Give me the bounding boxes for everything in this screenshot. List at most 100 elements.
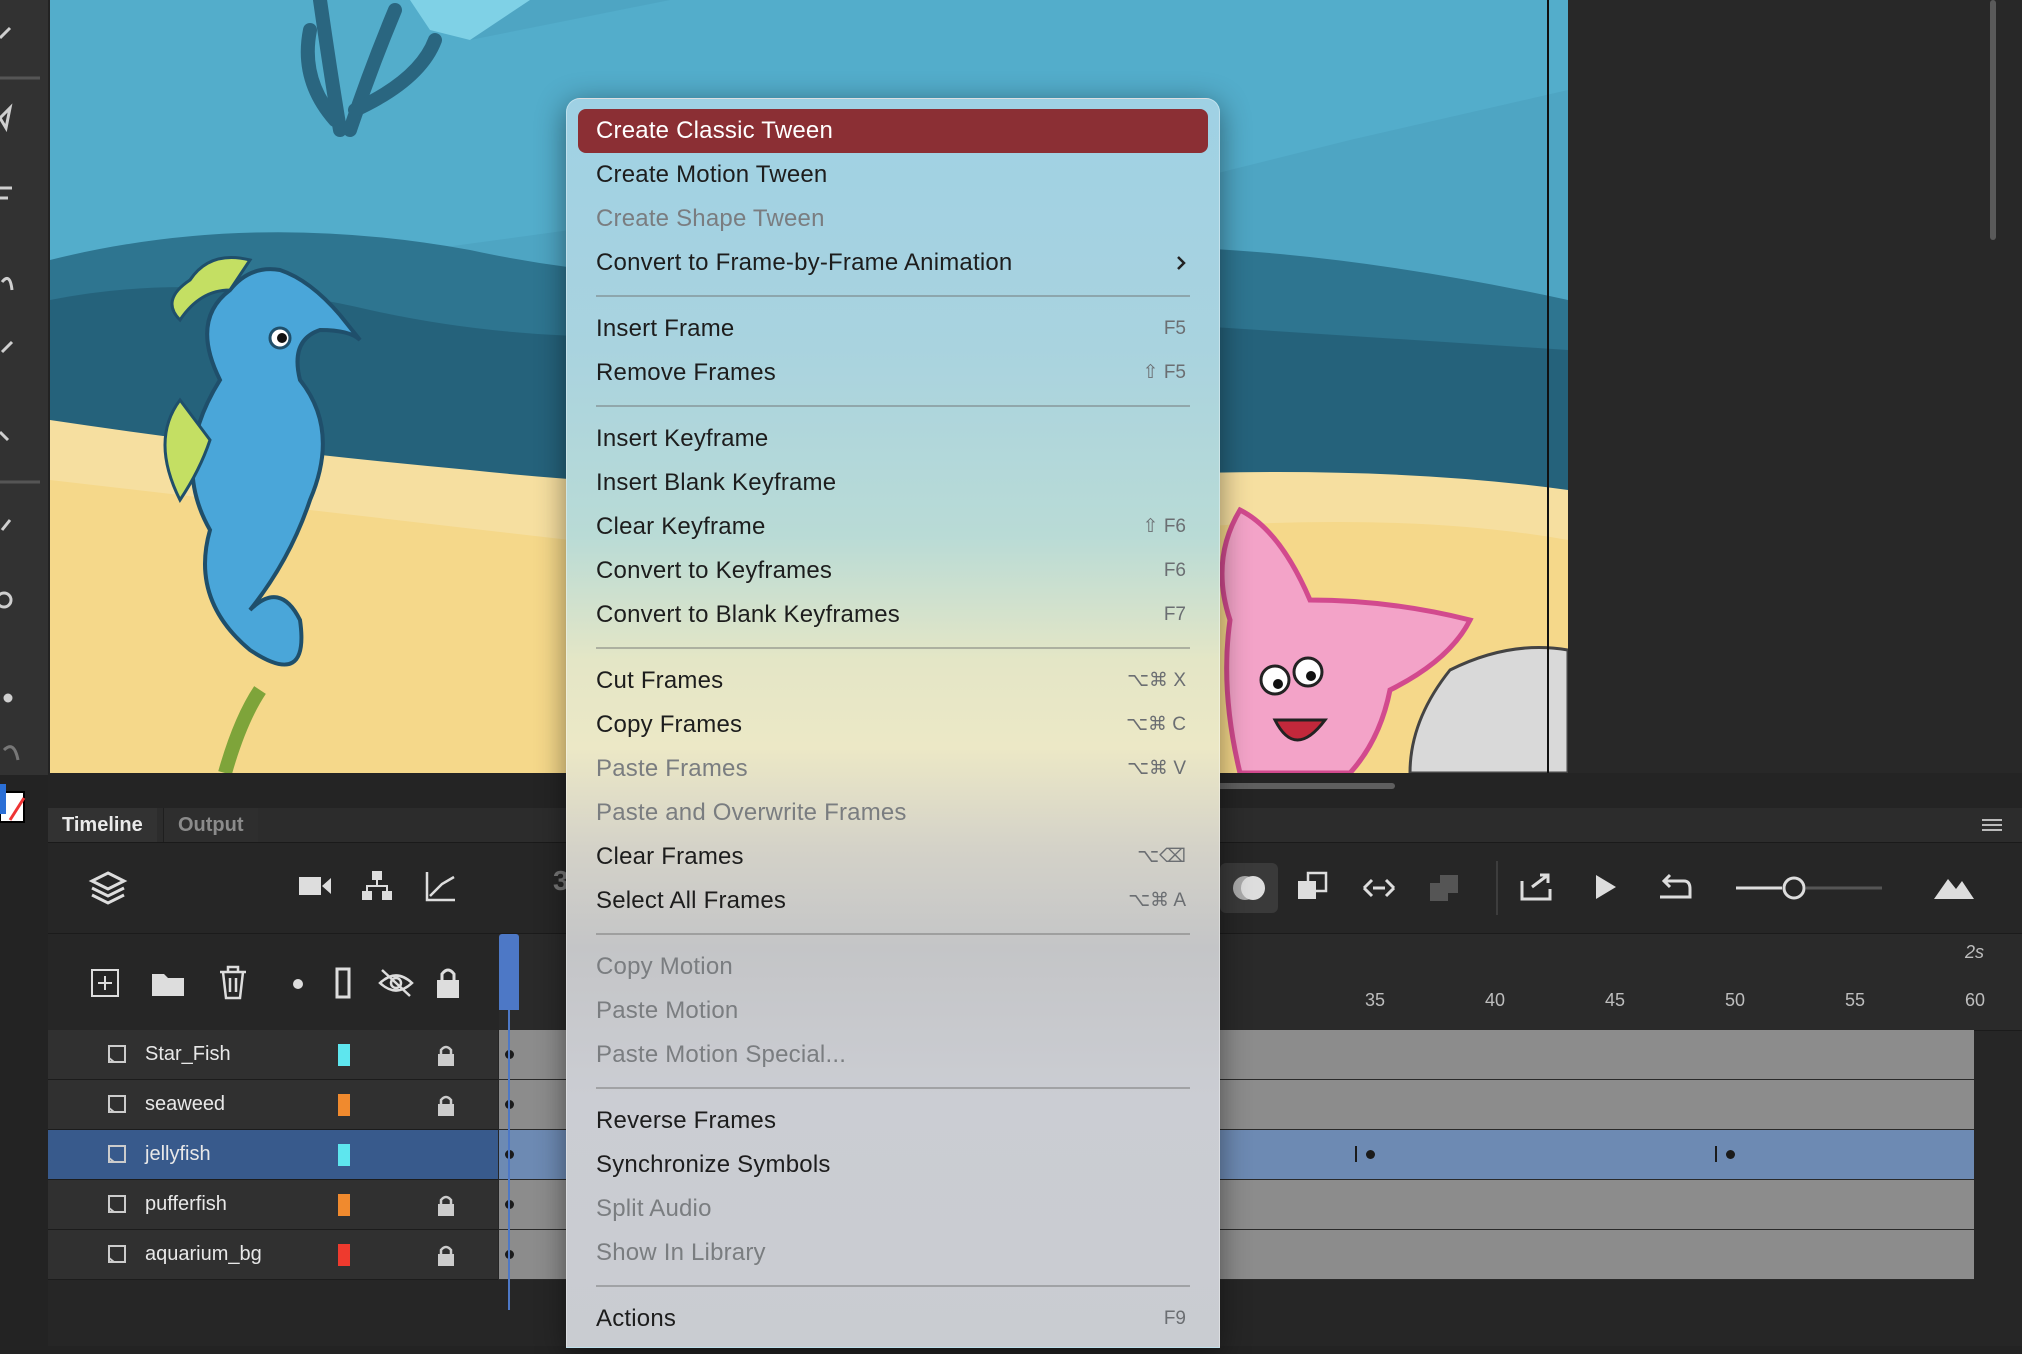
vertical-scrollbar[interactable] — [1990, 0, 1996, 240]
menu-item-paste-motion-special: Paste Motion Special... — [578, 1033, 1208, 1077]
menu-separator — [596, 295, 1190, 297]
menu-item-label: Convert to Blank Keyframes — [596, 601, 900, 628]
new-layer-icon[interactable] — [90, 968, 120, 998]
mountain-zoom-icon[interactable] — [1932, 873, 1976, 901]
line-tool-icon — [0, 26, 12, 40]
tab-output[interactable]: Output — [163, 808, 258, 842]
menu-item-shortcut: ⇧ F6 — [1142, 516, 1186, 537]
layer-row-star-fish[interactable]: Star_Fish — [48, 1030, 498, 1080]
hand-tool-icon — [0, 519, 12, 531]
export-icon[interactable] — [1518, 871, 1556, 903]
menu-item-clear-frames[interactable]: Clear Frames ⌥⌫ — [578, 835, 1208, 879]
onion-skin-button[interactable] — [1220, 863, 1278, 913]
menu-item-reverse-frames[interactable]: Reverse Frames — [578, 1099, 1208, 1143]
menu-separator — [596, 405, 1190, 407]
layer-color-swatch[interactable] — [338, 1144, 350, 1166]
menu-item-paste-and-overwrite-frames: Paste and Overwrite Frames — [578, 791, 1208, 835]
outline-toggle-icon[interactable] — [334, 966, 352, 1000]
menu-item-show-in-library: Show In Library — [578, 1231, 1208, 1275]
new-folder-icon[interactable] — [150, 968, 186, 998]
lock-icon[interactable] — [436, 1044, 456, 1066]
menu-item-insert-keyframe[interactable]: Insert Keyframe — [578, 417, 1208, 461]
layer-row-pufferfish[interactable]: pufferfish — [48, 1180, 498, 1230]
keyframe[interactable] — [1726, 1150, 1735, 1159]
layer-row-aquarium-bg[interactable]: aquarium_bg — [48, 1230, 498, 1280]
menu-item-remove-frames[interactable]: Remove Frames ⇧ F5 — [578, 351, 1208, 395]
layer-name: pufferfish — [145, 1193, 227, 1215]
menu-item-convert-to-keyframes[interactable]: Convert to Keyframes F6 — [578, 549, 1208, 593]
menu-item-create-motion-tween[interactable]: Create Motion Tween — [578, 153, 1208, 197]
play-icon[interactable] — [1590, 871, 1620, 903]
ruler-seconds-label: 2s — [1965, 942, 1985, 962]
lock-all-icon[interactable] — [434, 964, 462, 1000]
layer-color-swatch[interactable] — [338, 1094, 350, 1116]
menu-item-label: Copy Motion — [596, 953, 733, 980]
highlight-dot-icon[interactable] — [290, 976, 306, 992]
layer-name: seaweed — [145, 1093, 226, 1115]
menu-item-insert-frame[interactable]: Insert Frame F5 — [578, 307, 1208, 351]
camera-icon[interactable] — [298, 873, 332, 899]
menu-item-select-all-frames[interactable]: Select All Frames ⌥⌘ A — [578, 879, 1208, 923]
menu-item-cut-frames[interactable]: Cut Frames ⌥⌘ X — [578, 659, 1208, 703]
lock-icon[interactable] — [436, 1244, 456, 1266]
menu-item-clear-keyframe[interactable]: Clear Keyframe ⇧ F6 — [578, 505, 1208, 549]
layer-type-icon — [108, 1095, 126, 1113]
keyframe[interactable] — [1366, 1150, 1375, 1159]
menu-item-paste-frames: Paste Frames ⌥⌘ V — [578, 747, 1208, 791]
tween-end-marker — [1715, 1146, 1717, 1162]
menu-separator — [596, 1087, 1190, 1089]
layers-icon[interactable] — [88, 867, 128, 907]
menu-separator — [596, 933, 1190, 935]
ruler-label: 40 — [1485, 990, 1506, 1010]
menu-item-label: Cut Frames — [596, 667, 724, 694]
panel-menu-icon[interactable] — [1982, 817, 2002, 833]
menu-item-label: Insert Blank Keyframe — [596, 469, 837, 496]
edit-multiple-frames-icon[interactable] — [1296, 871, 1330, 905]
menu-separator — [596, 647, 1190, 649]
brush-tool-icon — [0, 340, 14, 354]
menu-item-paste-motion: Paste Motion — [578, 989, 1208, 1033]
layer-row-seaweed[interactable]: seaweed — [48, 1080, 498, 1130]
menu-item-create-classic-tween[interactable]: Create Classic Tween — [578, 109, 1208, 153]
menu-item-shortcut: F6 — [1163, 560, 1186, 581]
layer-parenting-icon[interactable] — [360, 869, 394, 903]
layer-color-swatch[interactable] — [338, 1194, 350, 1216]
layer-color-swatch[interactable] — [338, 1044, 350, 1066]
menu-item-label: Create Classic Tween — [596, 117, 833, 144]
menu-item-synchronize-symbols[interactable]: Synchronize Symbols — [578, 1143, 1208, 1187]
toolbar-divider — [1496, 861, 1498, 915]
delete-layer-icon[interactable] — [218, 964, 248, 1000]
playhead-handle[interactable] — [499, 934, 519, 1010]
layer-name: jellyfish — [145, 1143, 211, 1165]
menu-item-label: Reverse Frames — [596, 1107, 777, 1134]
stroke-fill-swatch[interactable] — [0, 784, 26, 824]
menu-item-shortcut: ⌥⌘ V — [1127, 758, 1186, 779]
tab-timeline[interactable]: Timeline — [48, 808, 157, 842]
menu-item-copy-frames[interactable]: Copy Frames ⌥⌘ C — [578, 703, 1208, 747]
graph-editor-icon[interactable] — [424, 869, 458, 903]
lock-icon[interactable] — [436, 1094, 456, 1116]
layer-controls — [48, 934, 498, 1031]
menu-item-actions[interactable]: Actions F9 — [578, 1297, 1208, 1341]
menu-separator — [596, 1285, 1190, 1287]
rewind-loop-icon[interactable] — [1656, 871, 1694, 903]
layer-color-swatch[interactable] — [338, 1244, 350, 1266]
loop-icon[interactable] — [1361, 873, 1397, 903]
tools-panel — [0, 0, 48, 775]
menu-item-shortcut: ⌥⌘ C — [1126, 714, 1186, 735]
horizontal-scrollbar[interactable] — [1215, 783, 1395, 789]
text-tool-icon — [0, 186, 12, 200]
visibility-toggle-icon[interactable] — [378, 966, 414, 1000]
menu-item-label: Paste Frames — [596, 755, 748, 782]
menu-item-copy-motion: Copy Motion — [578, 945, 1208, 989]
layer-row-jellyfish[interactable]: jellyfish — [48, 1130, 498, 1180]
zoom-slider[interactable] — [1734, 873, 1884, 903]
bone-tool-icon — [0, 430, 10, 442]
menu-item-insert-blank-keyframe[interactable]: Insert Blank Keyframe — [578, 461, 1208, 505]
menu-item-convert-to-frame-by-frame[interactable]: Convert to Frame-by-Frame Animation — [578, 241, 1208, 285]
menu-item-convert-to-blank-keyframes[interactable]: Convert to Blank Keyframes F7 — [578, 593, 1208, 637]
pen-tool-icon — [0, 103, 13, 133]
lock-icon[interactable] — [436, 1194, 456, 1216]
menu-item-label: Split Audio — [596, 1195, 712, 1222]
menu-item-label: Clear Keyframe — [596, 513, 766, 540]
